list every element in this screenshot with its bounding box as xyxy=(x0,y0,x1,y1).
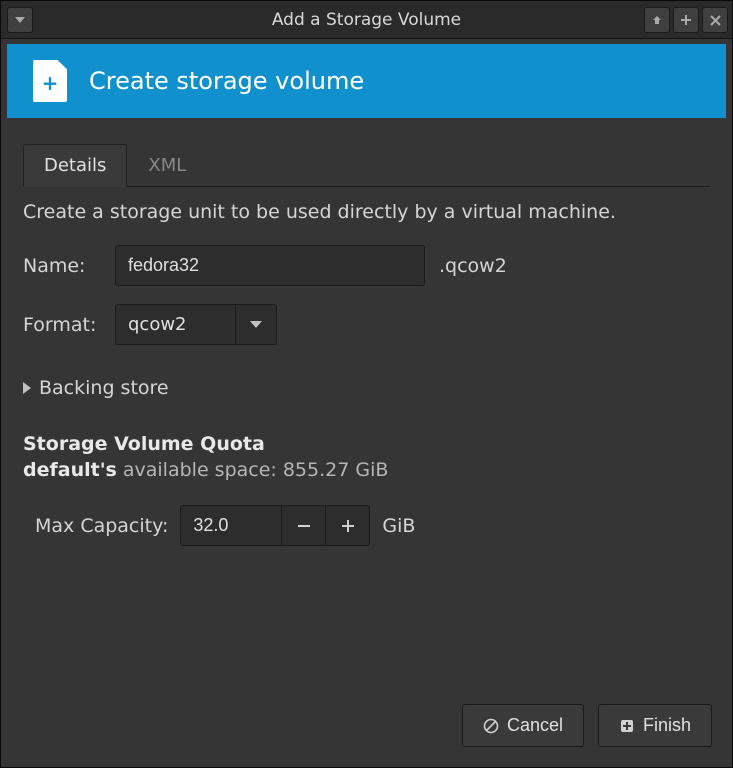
format-combobox[interactable]: qcow2 xyxy=(115,304,277,345)
quota-available-text: available space: 855.27 GiB xyxy=(117,459,389,481)
minimize-button[interactable] xyxy=(644,7,670,33)
capacity-input[interactable] xyxy=(181,506,281,545)
capacity-label: Max Capacity: xyxy=(35,515,168,537)
name-suffix: .qcow2 xyxy=(439,255,507,277)
close-button[interactable] xyxy=(702,7,728,33)
cancel-button[interactable]: Cancel xyxy=(462,704,584,747)
name-input[interactable] xyxy=(115,245,425,286)
finish-button[interactable]: Finish xyxy=(598,704,712,747)
tab-details[interactable]: Details xyxy=(23,144,127,187)
backing-store-expander[interactable]: Backing store xyxy=(23,377,710,399)
window-menu-button[interactable] xyxy=(7,7,33,33)
tab-bar: Details XML xyxy=(23,144,710,187)
quota-available: default's available space: 855.27 GiB xyxy=(23,459,710,481)
dialog-window: Add a Storage Volume + Create storage vo… xyxy=(0,0,733,768)
add-icon xyxy=(619,718,635,734)
window-controls xyxy=(644,7,728,33)
chevron-down-icon[interactable] xyxy=(236,305,276,344)
capacity-unit: GiB xyxy=(382,515,415,537)
description-text: Create a storage unit to be used directl… xyxy=(23,201,710,223)
dialog-footer: Cancel Finish xyxy=(1,688,732,767)
finish-label: Finish xyxy=(643,715,691,736)
capacity-increment-button[interactable] xyxy=(325,506,369,545)
capacity-spinner xyxy=(180,505,370,546)
format-label: Format: xyxy=(23,314,101,336)
details-panel: Create a storage unit to be used directl… xyxy=(23,187,710,546)
backing-store-label: Backing store xyxy=(39,377,169,399)
chevron-right-icon xyxy=(23,382,31,394)
format-row: Format: qcow2 xyxy=(23,304,710,345)
quota-pool-name: default's xyxy=(23,459,117,481)
cancel-label: Cancel xyxy=(507,715,563,736)
window-title: Add a Storage Volume xyxy=(1,10,732,30)
format-value: qcow2 xyxy=(116,305,236,344)
name-label: Name: xyxy=(23,255,101,277)
header-banner: + Create storage volume xyxy=(7,44,726,118)
capacity-row: Max Capacity: GiB xyxy=(23,505,710,546)
titlebar: Add a Storage Volume xyxy=(1,1,732,39)
new-file-icon: + xyxy=(33,60,67,102)
banner-title: Create storage volume xyxy=(89,67,364,95)
content-area: Details XML Create a storage unit to be … xyxy=(1,124,732,688)
maximize-button[interactable] xyxy=(673,7,699,33)
quota-heading: Storage Volume Quota xyxy=(23,433,710,455)
tab-xml[interactable]: XML xyxy=(127,144,207,186)
cancel-icon xyxy=(483,718,499,734)
name-row: Name: .qcow2 xyxy=(23,245,710,286)
capacity-decrement-button[interactable] xyxy=(281,506,325,545)
